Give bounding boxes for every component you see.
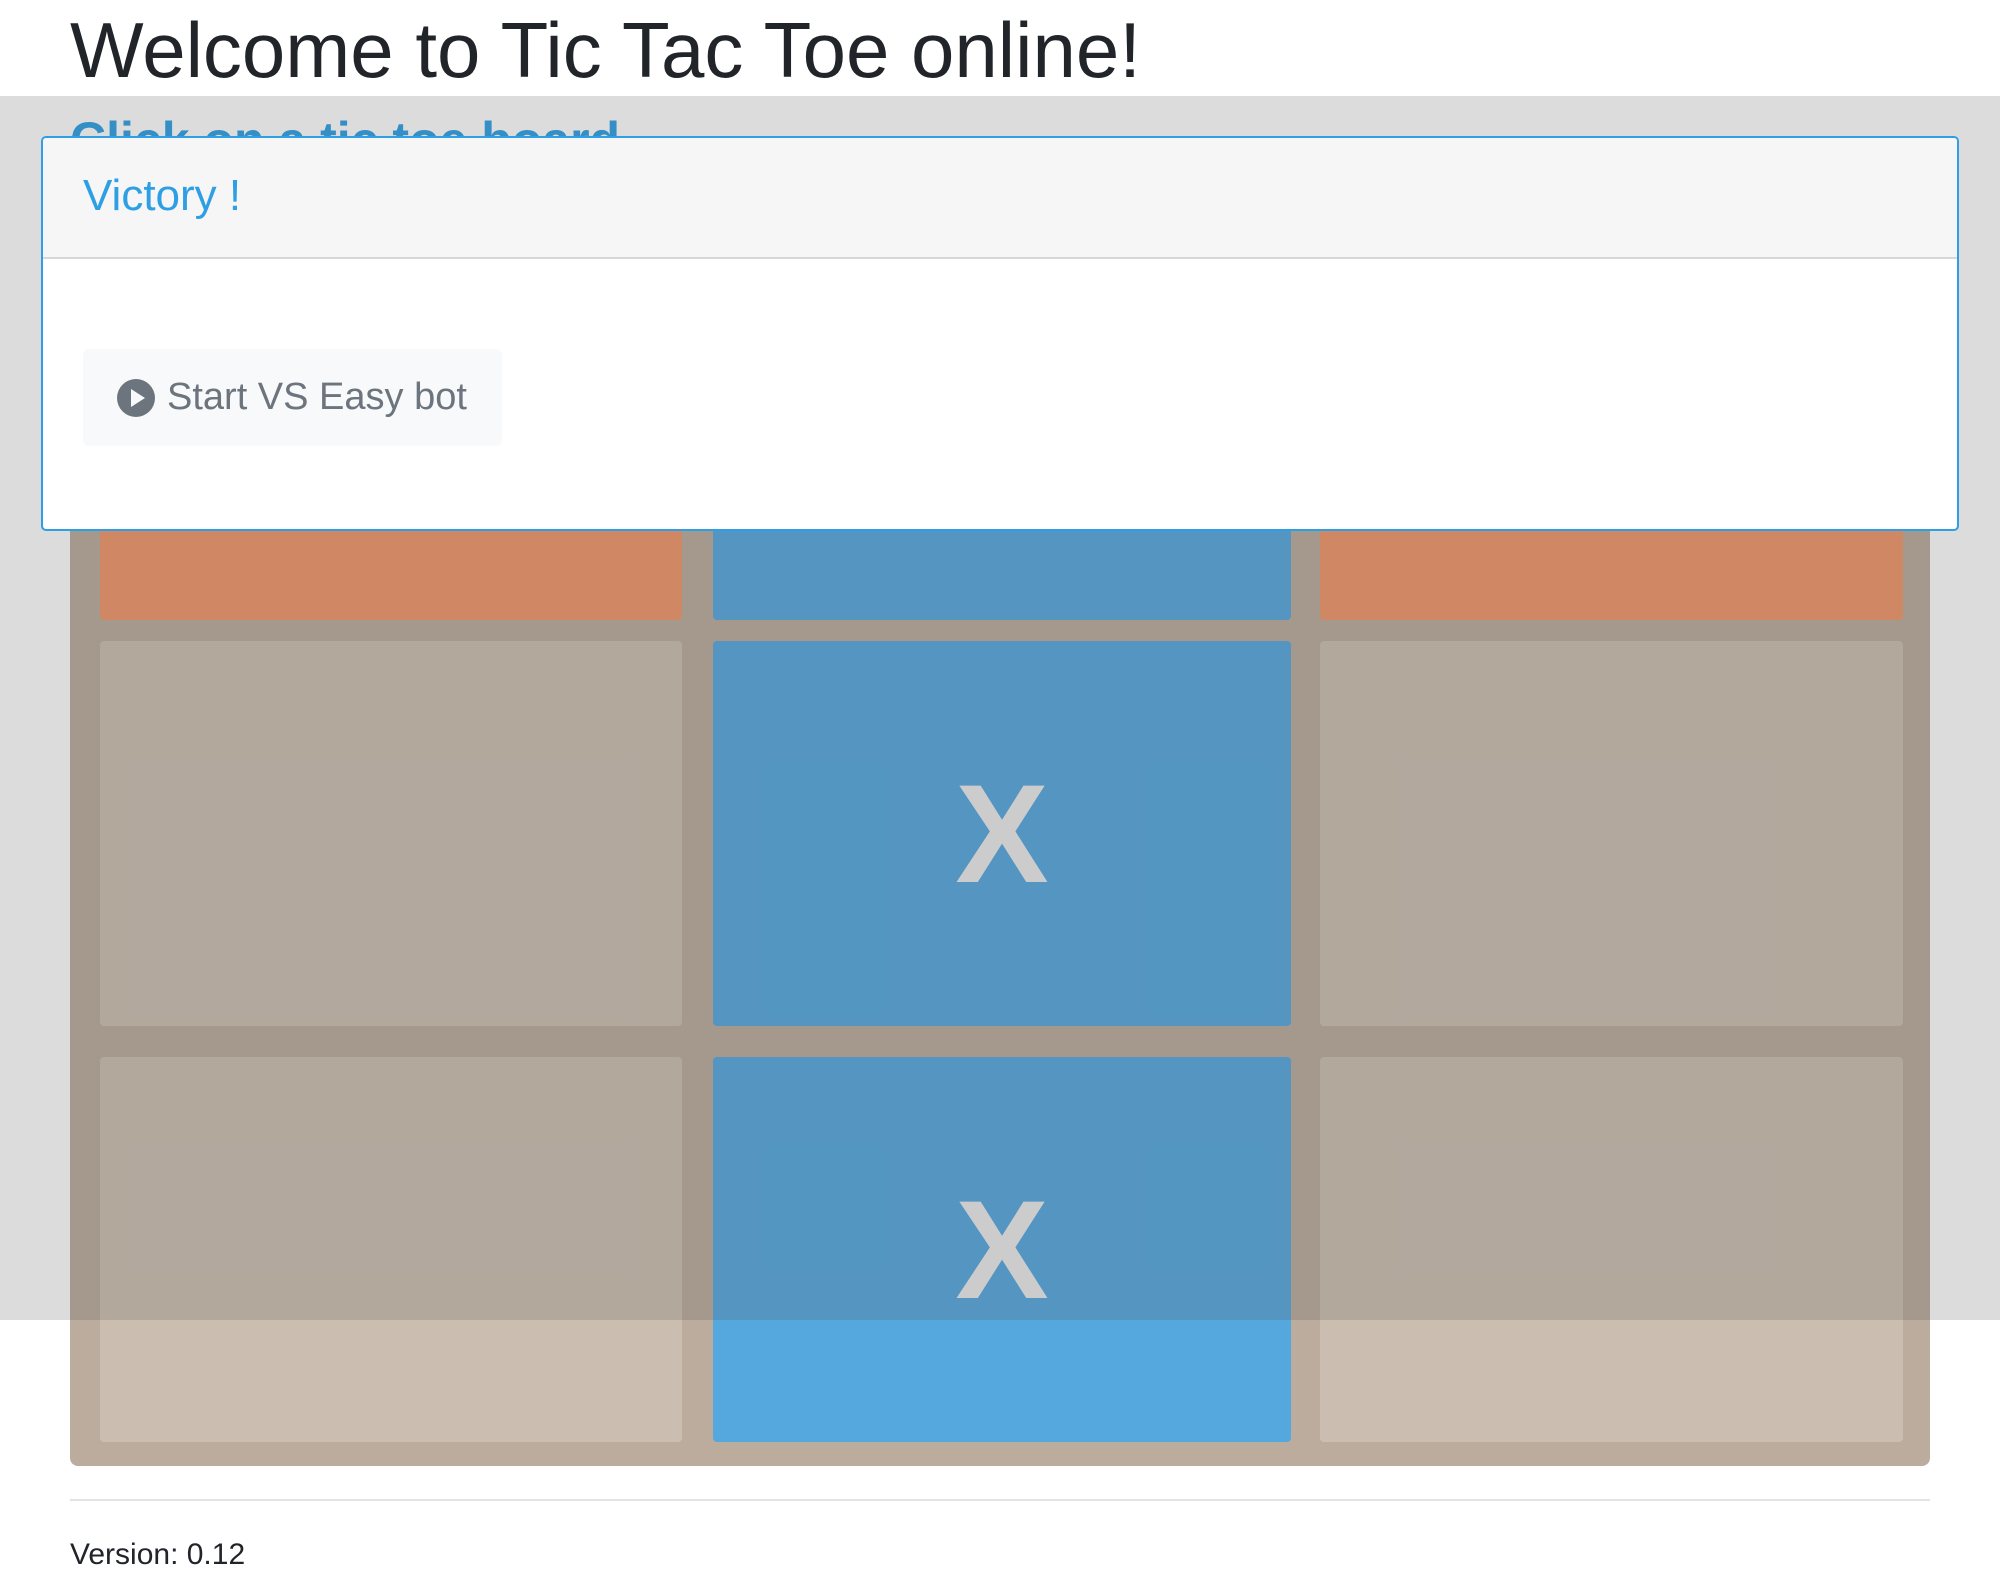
play-circle-icon [117, 378, 155, 417]
victory-modal: Victory ! Start VS Easy bot [41, 136, 1959, 531]
footer-divider [70, 1499, 1930, 1501]
page-title: Welcome to Tic Tac Toe online! [70, 6, 1141, 94]
modal-header: Victory ! [43, 138, 1957, 259]
page: Welcome to Tic Tac Toe online! Click on … [0, 0, 2000, 1580]
start-vs-easy-bot-button[interactable]: Start VS Easy bot [83, 349, 502, 446]
start-button-label: Start VS Easy bot [167, 376, 467, 418]
modal-title: Victory ! [83, 171, 242, 220]
version-label: Version: 0.12 [70, 1538, 246, 1571]
